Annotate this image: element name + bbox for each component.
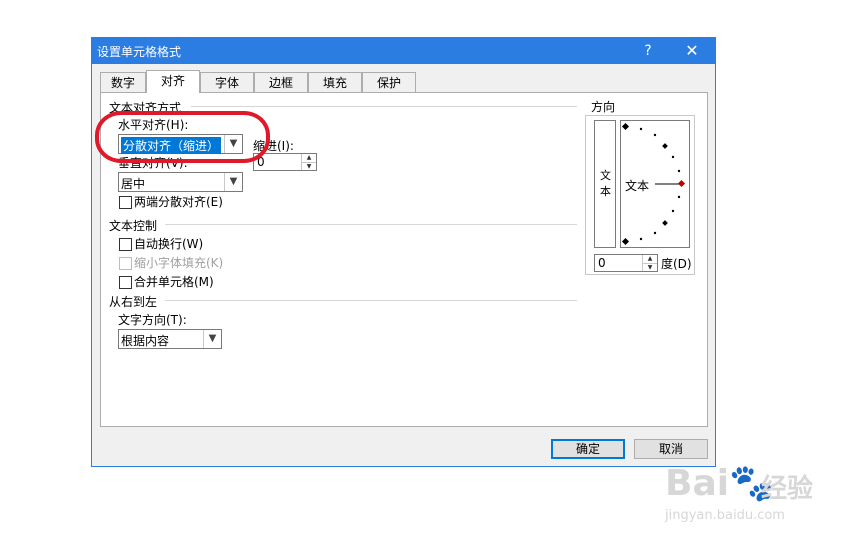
watermark-url: jingyan.baidu.com (665, 508, 785, 523)
wrap-text-checkbox[interactable] (119, 238, 132, 251)
orientation-group-label: 方向 (591, 100, 616, 114)
format-cells-dialog: 设置单元格格式 ? ✕ 数字 对齐 字体 边框 填充 保护 文本对齐方式 水平对… (91, 37, 716, 467)
chevron-down-icon[interactable]: ▼ (224, 135, 242, 153)
dial-dot (671, 155, 675, 159)
dialog-title: 设置单元格格式 (97, 45, 182, 59)
vertical-align-label: 垂直对齐(V): (118, 156, 188, 170)
text-alignment-group-label: 文本对齐方式 (109, 101, 182, 115)
indent-label: 缩进(I): (253, 139, 294, 153)
dial-marker-minus90 (621, 237, 630, 246)
tab-number[interactable]: 数字 (100, 72, 146, 92)
text-direction-select[interactable]: 根据内容 ▼ (118, 329, 222, 349)
horizontal-align-label: 水平对齐(H): (118, 118, 189, 132)
orientation-dial[interactable]: 文本 (620, 120, 690, 248)
text-direction-label: 文字方向(T): (118, 313, 187, 327)
dial-dot (677, 195, 681, 199)
vertical-align-value: 居中 (121, 177, 146, 191)
dial-dot (639, 237, 643, 241)
dial-dot (639, 127, 643, 131)
spin-up-icon[interactable]: ▲ (302, 154, 316, 163)
spinner-buttons[interactable]: ▲ ▼ (642, 255, 657, 271)
dial-dot (677, 169, 681, 173)
watermark: Bai🐾 经验 jingyan.baidu.com (665, 458, 855, 528)
dial-dot (653, 133, 657, 137)
chevron-down-icon[interactable]: ▼ (224, 173, 242, 191)
vertical-text-char: 文 (600, 169, 611, 182)
dial-dot (653, 231, 657, 235)
vertical-text-button[interactable]: 文 本 (594, 120, 616, 248)
indent-value: 0 (257, 155, 265, 169)
watermark-logo: Bai🐾 (665, 463, 774, 504)
spin-up-icon[interactable]: ▲ (643, 255, 657, 264)
cancel-button[interactable]: 取消 (634, 439, 708, 459)
dial-dot (671, 209, 675, 213)
dial-marker-45 (662, 143, 668, 149)
alignment-panel: 文本对齐方式 水平对齐(H): 分散对齐（缩进） ▼ 缩进(I): 0 ▲ ▼ … (100, 92, 708, 427)
indent-spinner[interactable]: 0 ▲ ▼ (253, 153, 317, 171)
tab-protection[interactable]: 保护 (362, 72, 416, 92)
justify-distributed-checkbox[interactable] (119, 196, 132, 209)
rtl-group-label: 从右到左 (109, 295, 158, 309)
vertical-align-select[interactable]: 居中 ▼ (118, 172, 243, 192)
help-button[interactable]: ? (630, 38, 666, 64)
tab-fill[interactable]: 填充 (308, 72, 362, 92)
text-direction-value: 根据内容 (121, 334, 170, 348)
spinner-buttons[interactable]: ▲ ▼ (301, 154, 316, 170)
dialog-titlebar[interactable]: 设置单元格格式 ? ✕ (92, 38, 715, 64)
chevron-down-icon[interactable]: ▼ (203, 330, 221, 348)
wrap-text-label: 自动换行(W) (134, 237, 204, 251)
tab-border[interactable]: 边框 (254, 72, 308, 92)
justify-distributed-label: 两端分散对齐(E) (134, 195, 223, 209)
horizontal-align-select[interactable]: 分散对齐（缩进） ▼ (118, 134, 243, 154)
tab-font[interactable]: 字体 (200, 72, 254, 92)
horizontal-align-value: 分散对齐（缩进） (121, 137, 222, 154)
close-button[interactable]: ✕ (674, 38, 710, 64)
degrees-value: 0 (598, 256, 606, 270)
shrink-to-fit-label: 缩小字体填充(K) (134, 256, 224, 270)
group-separator (165, 224, 577, 225)
merge-cells-checkbox[interactable] (119, 276, 132, 289)
dial-text: 文本 (625, 179, 650, 193)
dial-marker-minus45 (662, 220, 668, 226)
group-separator (165, 300, 577, 301)
dial-marker-90 (621, 122, 630, 131)
degrees-spinner[interactable]: 0 ▲ ▼ (594, 254, 658, 272)
spin-down-icon[interactable]: ▼ (643, 264, 657, 272)
text-control-group-label: 文本控制 (109, 219, 158, 233)
orientation-box: 文 本 文本 0 ▲ ▼ 度(D) (585, 115, 695, 275)
ok-button[interactable]: 确定 (551, 439, 625, 459)
watermark-brand: 经验 (761, 474, 814, 504)
tab-alignment[interactable]: 对齐 (146, 70, 200, 93)
group-separator (191, 106, 577, 107)
merge-cells-label: 合并单元格(M) (134, 275, 214, 289)
dial-marker-0[interactable] (677, 179, 686, 188)
vertical-text-char: 本 (600, 185, 611, 198)
degrees-label: 度(D) (661, 257, 692, 271)
shrink-to-fit-checkbox[interactable] (119, 257, 132, 270)
spin-down-icon[interactable]: ▼ (302, 163, 316, 171)
